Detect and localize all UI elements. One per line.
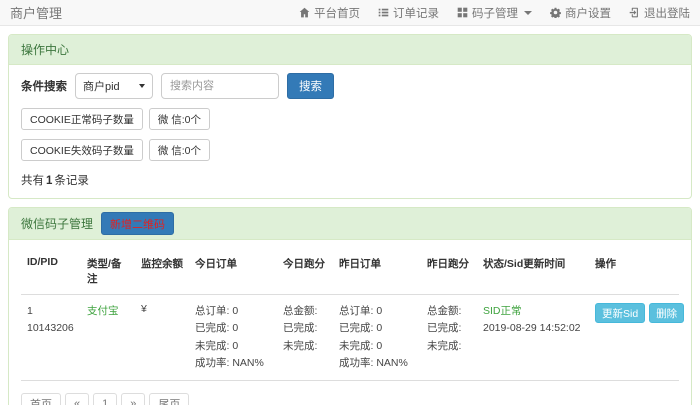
pagination-page-1[interactable]: 1 xyxy=(93,393,117,405)
row-pid: 10143206 xyxy=(27,320,77,337)
chevron-down-icon xyxy=(524,11,532,15)
nav-item-code-management[interactable]: 码子管理 xyxy=(457,5,532,21)
records-summary: 共有1条记录 xyxy=(21,172,679,188)
table-row: 1 10143206 支付宝 ¥ 总订单: 0 已完成: 0 未完成: 0 成功… xyxy=(21,295,679,381)
header-balance: 监控余额 xyxy=(135,248,189,295)
nav-item-label: 订单记录 xyxy=(393,5,439,21)
pagination-first[interactable]: 首页 xyxy=(21,393,61,405)
cell-today-score: 总金额: 已完成: 未完成: xyxy=(277,295,333,381)
cell-today-orders: 总订单: 0 已完成: 0 未完成: 0 成功率: NAN% xyxy=(189,295,277,381)
pagination-prev[interactable]: « xyxy=(65,393,89,405)
nav-item-platform-home[interactable]: 平台首页 xyxy=(299,5,360,21)
top-navbar: 商户管理 平台首页 订单记录 码子管理 商户设置 xyxy=(0,0,700,26)
nav-menu: 平台首页 订单记录 码子管理 商户设置 退出登陆 xyxy=(299,5,690,21)
select-value: 商户pid xyxy=(83,78,120,94)
header-yesterday-score: 昨日跑分 xyxy=(421,248,477,295)
header-yesterday-orders: 昨日订单 xyxy=(333,248,421,295)
status-badge: SID正常 xyxy=(483,303,585,320)
wechat-code-header: 微信码子管理 新增二维码 xyxy=(9,208,691,240)
qrcode-icon xyxy=(457,7,468,18)
nav-item-label: 码子管理 xyxy=(472,5,518,21)
wechat-code-body: ID/PID 类型/备注 监控余额 今日订单 今日跑分 昨日订单 昨日跑分 状态… xyxy=(9,240,691,405)
cell-yesterday-orders: 总订单: 0 已完成: 0 未完成: 0 成功率: NAN% xyxy=(333,295,421,381)
cookie-invalid-wechat-count[interactable]: 微 信:0个 xyxy=(149,139,210,161)
nav-item-label: 商户设置 xyxy=(565,5,611,21)
pagination-last[interactable]: 尾页 xyxy=(149,393,189,405)
cookie-invalid-row: COOKIE失效码子数量 微 信:0个 xyxy=(21,139,679,161)
delete-button[interactable]: 删除 xyxy=(649,303,684,323)
search-button[interactable]: 搜索 xyxy=(287,73,334,99)
pagination-next[interactable]: » xyxy=(121,393,145,405)
nav-item-logout[interactable]: 退出登陆 xyxy=(629,5,690,21)
header-status-sid-time: 状态/Sid更新时间 xyxy=(477,248,589,295)
nav-item-order-records[interactable]: 订单记录 xyxy=(378,5,439,21)
logout-icon xyxy=(629,7,640,18)
cell-actions: 更新Sid 删除 xyxy=(589,295,679,381)
records-suffix: 条记录 xyxy=(54,175,89,187)
wechat-code-panel: 微信码子管理 新增二维码 ID/PID 类型/备注 监控余额 今日订单 今日跑分… xyxy=(8,207,692,405)
panel-title: 微信码子管理 xyxy=(21,215,93,232)
nav-item-label: 退出登陆 xyxy=(644,5,690,21)
header-id-pid: ID/PID xyxy=(21,248,81,295)
cell-status: SID正常 2019-08-29 14:52:02 xyxy=(477,295,589,381)
home-icon xyxy=(299,7,310,18)
row-id: 1 xyxy=(27,303,77,320)
cookie-normal-row: COOKIE正常码子数量 微 信:0个 xyxy=(21,108,679,130)
cell-yesterday-score: 总金额: 已完成: 未完成: xyxy=(421,295,477,381)
table-header-row: ID/PID 类型/备注 监控余额 今日订单 今日跑分 昨日订单 昨日跑分 状态… xyxy=(21,248,679,295)
search-type-select[interactable]: 商户pid xyxy=(75,73,153,99)
header-type: 类型/备注 xyxy=(81,248,135,295)
nav-item-merchant-settings[interactable]: 商户设置 xyxy=(550,5,611,21)
records-prefix: 共有 xyxy=(21,175,44,187)
codes-table: ID/PID 类型/备注 监控余额 今日订单 今日跑分 昨日订单 昨日跑分 状态… xyxy=(21,248,679,381)
cookie-normal-wechat-count[interactable]: 微 信:0个 xyxy=(149,108,210,130)
panel-title: 操作中心 xyxy=(21,41,69,58)
search-condition-label: 条件搜索 xyxy=(21,78,67,94)
cookie-normal-count-button[interactable]: COOKIE正常码子数量 xyxy=(21,108,143,130)
header-actions: 操作 xyxy=(589,248,679,295)
cell-balance: ¥ xyxy=(135,295,189,381)
cell-id-pid: 1 10143206 xyxy=(21,295,81,381)
gear-icon xyxy=(550,7,561,18)
nav-item-label: 平台首页 xyxy=(314,5,360,21)
cookie-invalid-count-button[interactable]: COOKIE失效码子数量 xyxy=(21,139,143,161)
update-sid-button[interactable]: 更新Sid xyxy=(595,303,645,323)
search-form: 条件搜索 商户pid 搜索 xyxy=(21,73,679,99)
add-qrcode-button[interactable]: 新增二维码 xyxy=(101,212,174,235)
cell-type: 支付宝 xyxy=(81,295,135,381)
sid-update-time: 2019-08-29 14:52:02 xyxy=(483,320,585,337)
select-caret-icon xyxy=(139,84,145,88)
operation-center-body: 条件搜索 商户pid 搜索 COOKIE正常码子数量 微 信:0个 COOKIE… xyxy=(9,65,691,198)
page-title: 商户管理 xyxy=(10,3,62,22)
search-input[interactable] xyxy=(161,73,279,99)
pagination: 首页 « 1 » 尾页 xyxy=(21,393,679,405)
records-count: 1 xyxy=(44,175,54,187)
header-today-orders: 今日订单 xyxy=(189,248,277,295)
list-icon xyxy=(378,7,389,18)
operation-center-panel: 操作中心 条件搜索 商户pid 搜索 COOKIE正常码子数量 微 信:0个 C… xyxy=(8,34,692,199)
operation-center-header: 操作中心 xyxy=(9,35,691,65)
header-today-score: 今日跑分 xyxy=(277,248,333,295)
